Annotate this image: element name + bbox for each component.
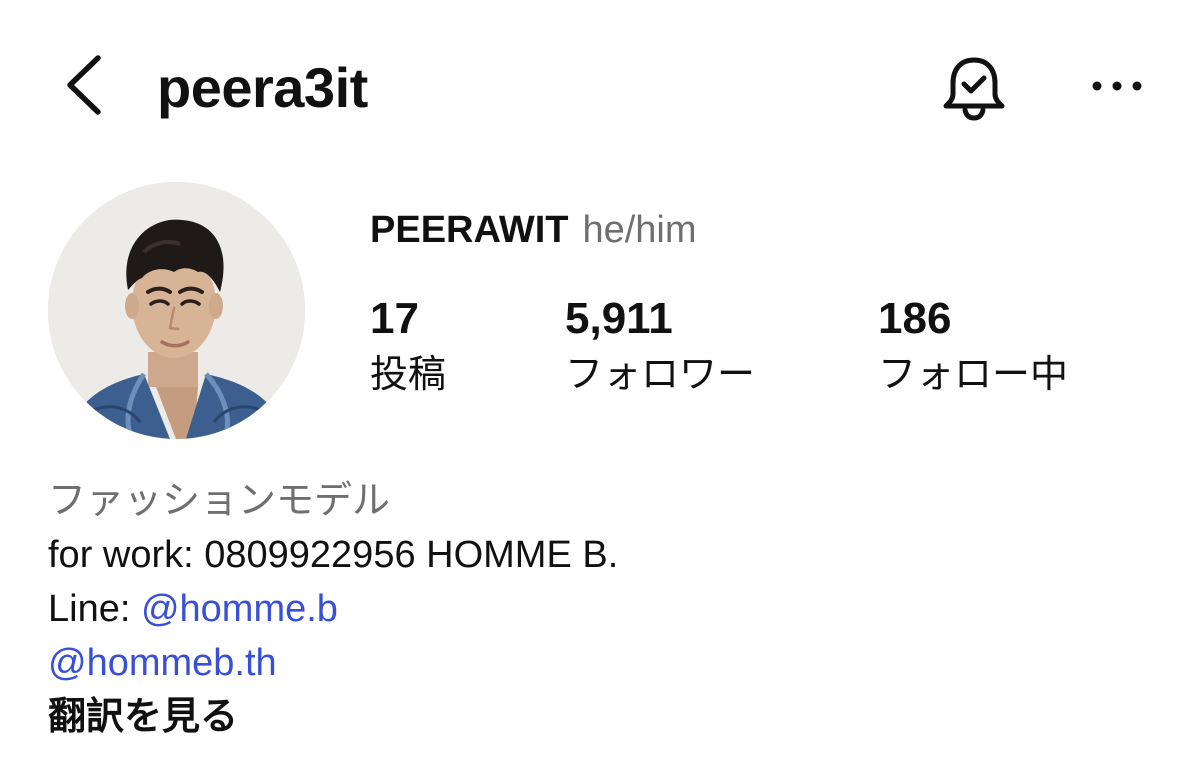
profile-header: peera3it bbox=[0, 0, 1200, 170]
bio-line-prefix: Line: bbox=[48, 588, 141, 630]
following-label: フォロー中 bbox=[878, 354, 1069, 396]
notifications-button[interactable] bbox=[938, 52, 1010, 124]
avatar[interactable] bbox=[48, 182, 305, 439]
more-horizontal-icon bbox=[1092, 81, 1142, 91]
bell-check-icon bbox=[943, 57, 1005, 121]
following-count: 186 bbox=[878, 294, 952, 343]
back-button[interactable] bbox=[58, 50, 114, 120]
mention-link[interactable]: @hommeb.th bbox=[48, 636, 1148, 690]
bio-category: ファッションモデル bbox=[48, 480, 391, 522]
pronouns: he/him bbox=[582, 209, 697, 251]
profile-photo bbox=[48, 182, 305, 439]
profile-name-line: PEERAWIT he/him bbox=[370, 207, 697, 253]
see-translation-button[interactable]: 翻訳を見る bbox=[48, 690, 1148, 744]
chevron-left-icon bbox=[67, 55, 101, 115]
line-id-link[interactable]: @homme.b bbox=[141, 588, 338, 630]
followers-label: フォロワー bbox=[565, 354, 756, 396]
stat-following[interactable]: 186 フォロー中 bbox=[878, 292, 1068, 400]
posts-label: 投稿 bbox=[370, 354, 447, 396]
stat-posts[interactable]: 17 投稿 bbox=[370, 292, 446, 400]
stat-followers[interactable]: 5,911 フォロワー bbox=[565, 292, 755, 400]
posts-count: 17 bbox=[370, 294, 419, 343]
profile-username: peera3it bbox=[157, 56, 368, 119]
profile-bio: ファッションモデル for work: 0809922956 HOMME B. … bbox=[48, 474, 1148, 744]
bio-line-contact: Line: @homme.b bbox=[48, 582, 1148, 636]
followers-count: 5,911 bbox=[565, 294, 673, 343]
more-options-button[interactable] bbox=[1082, 64, 1152, 108]
bio-work-line: for work: 0809922956 HOMME B. bbox=[48, 534, 619, 576]
display-name: PEERAWIT bbox=[370, 209, 569, 251]
